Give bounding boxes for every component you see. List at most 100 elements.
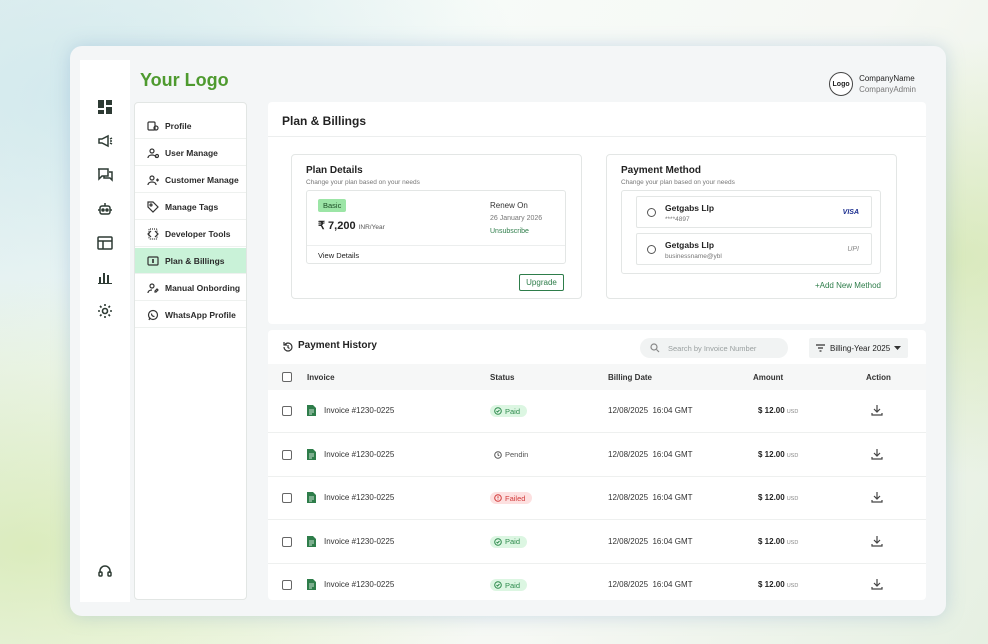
billing-icon — [147, 255, 159, 267]
chat-icon[interactable] — [96, 166, 114, 184]
status-text: Failed — [505, 493, 526, 503]
amount-value: $ 12.00 — [758, 449, 785, 459]
document-icon — [307, 405, 316, 416]
payment-method-name: Getgabs Llp — [665, 240, 715, 250]
download-icon[interactable] — [871, 578, 883, 590]
paid-status-icon — [494, 581, 502, 589]
menu-item-plan-billings[interactable]: Plan & Billings — [135, 248, 246, 274]
amount-cell: $ 12.00 USD — [758, 493, 798, 502]
row-checkbox[interactable] — [282, 493, 292, 503]
status-badge: Pendin — [490, 449, 535, 461]
company-profile[interactable]: Logo CompanyName CompanyAdmin — [829, 72, 916, 96]
amount-value: $ 12.00 — [758, 580, 785, 589]
payment-method-option[interactable]: Getgabs Llp businessname@ybl UPI — [636, 233, 872, 265]
document-icon — [307, 535, 316, 547]
row-checkbox[interactable] — [282, 536, 292, 547]
column-header: Action — [866, 373, 891, 382]
invoice-number[interactable]: Invoice #1230-0225 — [324, 493, 394, 502]
payment-method-title: Payment Method — [621, 165, 702, 176]
radio-button[interactable] — [647, 245, 656, 254]
payment-method-panel: Payment Method Change your plan based on… — [606, 154, 897, 299]
company-role: CompanyAdmin — [859, 85, 916, 94]
search-icon — [650, 343, 660, 353]
renew-date: 26 January 2026 — [490, 215, 543, 222]
table-row: Invoice #1230-0225 Pendin 12/08/2025 16:… — [268, 434, 926, 477]
row-checkbox[interactable] — [282, 449, 292, 460]
payment-method-subtitle: Change your plan based on your needs — [621, 179, 735, 186]
amount-cell: $ 12.00 USD — [758, 580, 798, 589]
billing-year-filter[interactable]: Billing-Year 2025 — [809, 338, 908, 358]
settings-menu: Profile User Manage Customer Manage Mana… — [134, 102, 247, 600]
paid-status-icon — [494, 537, 502, 546]
download-icon[interactable] — [871, 448, 883, 460]
search-input[interactable] — [668, 343, 778, 353]
billing-date: 12/08/2025 16:04 GMT — [608, 580, 693, 589]
invoice-number[interactable]: Invoice #1230-0225 — [324, 450, 394, 459]
view-details-link[interactable]: View Details — [318, 251, 359, 260]
divider — [268, 136, 926, 137]
document-icon — [307, 448, 316, 460]
select-all-checkbox[interactable] — [282, 372, 292, 382]
download-icon[interactable] — [871, 404, 883, 416]
price-value: ₹ 7,200 — [318, 220, 356, 232]
filter-icon — [816, 344, 825, 352]
failed-status-icon — [494, 494, 502, 502]
bar-chart-icon[interactable] — [96, 268, 114, 286]
invoice-number[interactable]: Invoice #1230-0225 — [324, 537, 394, 546]
menu-item-customer-manage[interactable]: Customer Manage — [135, 167, 246, 193]
paid-status-icon — [494, 407, 502, 415]
row-checkbox[interactable] — [282, 580, 292, 590]
menu-item-label: Manual Onbording — [165, 282, 241, 293]
invoice-number[interactable]: Invoice #1230-0225 — [324, 580, 394, 589]
currency: USD — [786, 583, 799, 589]
pending-status-icon — [494, 450, 502, 459]
icon-rail — [80, 60, 139, 602]
dashboard-icon[interactable] — [96, 98, 114, 116]
unsubscribe-link[interactable]: Unsubscribe — [490, 228, 529, 235]
payment-method-detail: businessname@ybl — [665, 253, 722, 260]
menu-item-whatsapp-profile[interactable]: WhatsApp Profile — [135, 302, 246, 328]
table-row: Invoice #1230-0225 Paid 12/08/2025 16:04… — [268, 564, 926, 600]
menu-item-profile[interactable]: Profile — [135, 113, 246, 139]
status-text: Pendin — [505, 450, 529, 459]
divider — [307, 245, 565, 246]
company-avatar: Logo — [829, 72, 854, 96]
browser-icon[interactable] — [96, 234, 114, 252]
download-icon[interactable] — [871, 491, 883, 503]
row-checkbox[interactable] — [282, 406, 292, 416]
billing-date: 12/08/2025 16:04 GMT — [608, 449, 693, 459]
amount-cell: $ 12.00 USD — [758, 537, 798, 546]
status-text: Paid — [505, 580, 521, 590]
gear-icon[interactable] — [96, 302, 114, 320]
menu-item-manual-onboarding[interactable]: Manual Onbording — [135, 275, 246, 301]
menu-item-manage-tags[interactable]: Manage Tags — [135, 194, 246, 220]
bot-icon[interactable] — [96, 200, 114, 218]
billing-date: 12/08/2025 16:04 GMT — [608, 493, 693, 502]
add-new-method-link[interactable]: +Add New Method — [815, 281, 881, 290]
menu-item-label: Plan & Billings — [165, 255, 225, 266]
radio-button[interactable] — [647, 208, 656, 217]
menu-item-user-manage[interactable]: User Manage — [135, 140, 246, 166]
currency: USD — [786, 409, 799, 415]
upgrade-button[interactable]: Upgrade — [519, 274, 564, 291]
invoice-number[interactable]: Invoice #1230-0225 — [324, 406, 394, 415]
payment-method-option[interactable]: Getgabs Llp ****4897 VISA — [636, 196, 872, 228]
plan-details-subtitle: Change your plan based on your needs — [306, 179, 420, 186]
menu-item-developer-tools[interactable]: Developer Tools — [135, 221, 246, 247]
download-icon[interactable] — [871, 535, 883, 547]
megaphone-icon[interactable] — [96, 132, 114, 150]
help-headset-icon[interactable] — [96, 562, 114, 580]
plan-billings-card: Plan & Billings Plan Details Change your… — [268, 102, 926, 324]
table-row: Invoice #1230-0225 Failed 12/08/2025 16:… — [268, 477, 926, 520]
invoice-search[interactable] — [640, 338, 788, 358]
payment-history-title: Payment History — [298, 340, 377, 351]
currency: USD — [786, 539, 799, 546]
menu-item-label: User Manage — [165, 147, 218, 158]
status-badge: Paid — [490, 535, 528, 548]
price-unit: INR/Year — [358, 224, 385, 231]
plan-details-title: Plan Details — [306, 165, 363, 176]
currency: USD — [786, 452, 799, 459]
customer-manage-icon — [147, 174, 159, 186]
page-title: Plan & Billings — [282, 114, 367, 128]
billing-date: 12/08/2025 16:04 GMT — [608, 406, 693, 415]
